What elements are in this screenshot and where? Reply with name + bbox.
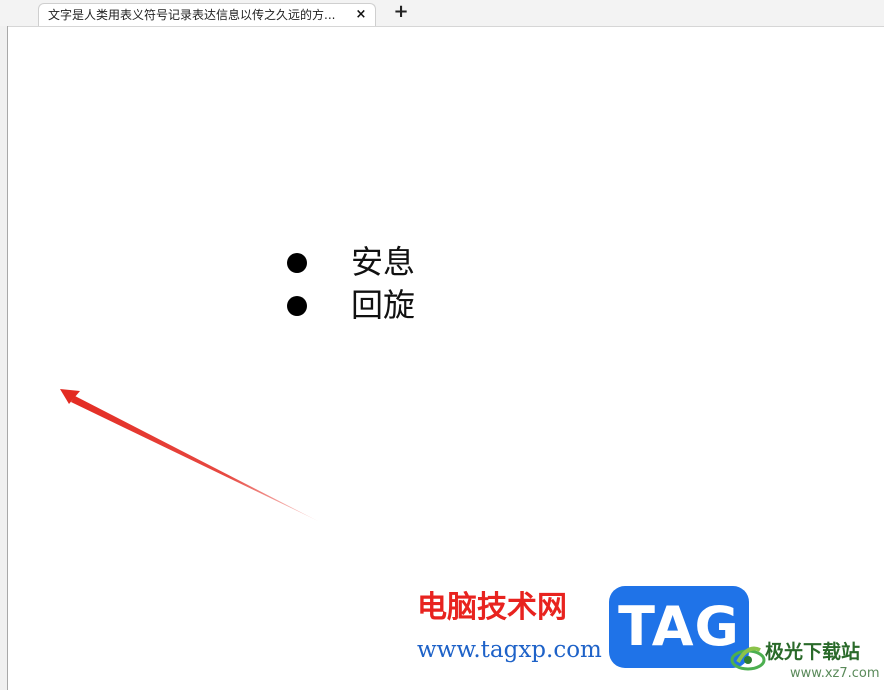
arrow-shaft — [71, 396, 318, 521]
app-window: 文字是人类用表义符号记录表达信息以传之久远的方... × + 安息 回旋 电脑技… — [0, 0, 884, 690]
annotation-arrow — [60, 389, 318, 521]
watermark-site-name: 极光下载站 — [765, 641, 861, 663]
watermark-brand: 电脑技术网 — [417, 590, 567, 625]
watermark-url: www.tagxp.com — [417, 637, 602, 663]
site-logo-icon — [730, 646, 766, 671]
watermark-site-url: www.xz7.com — [790, 666, 880, 681]
